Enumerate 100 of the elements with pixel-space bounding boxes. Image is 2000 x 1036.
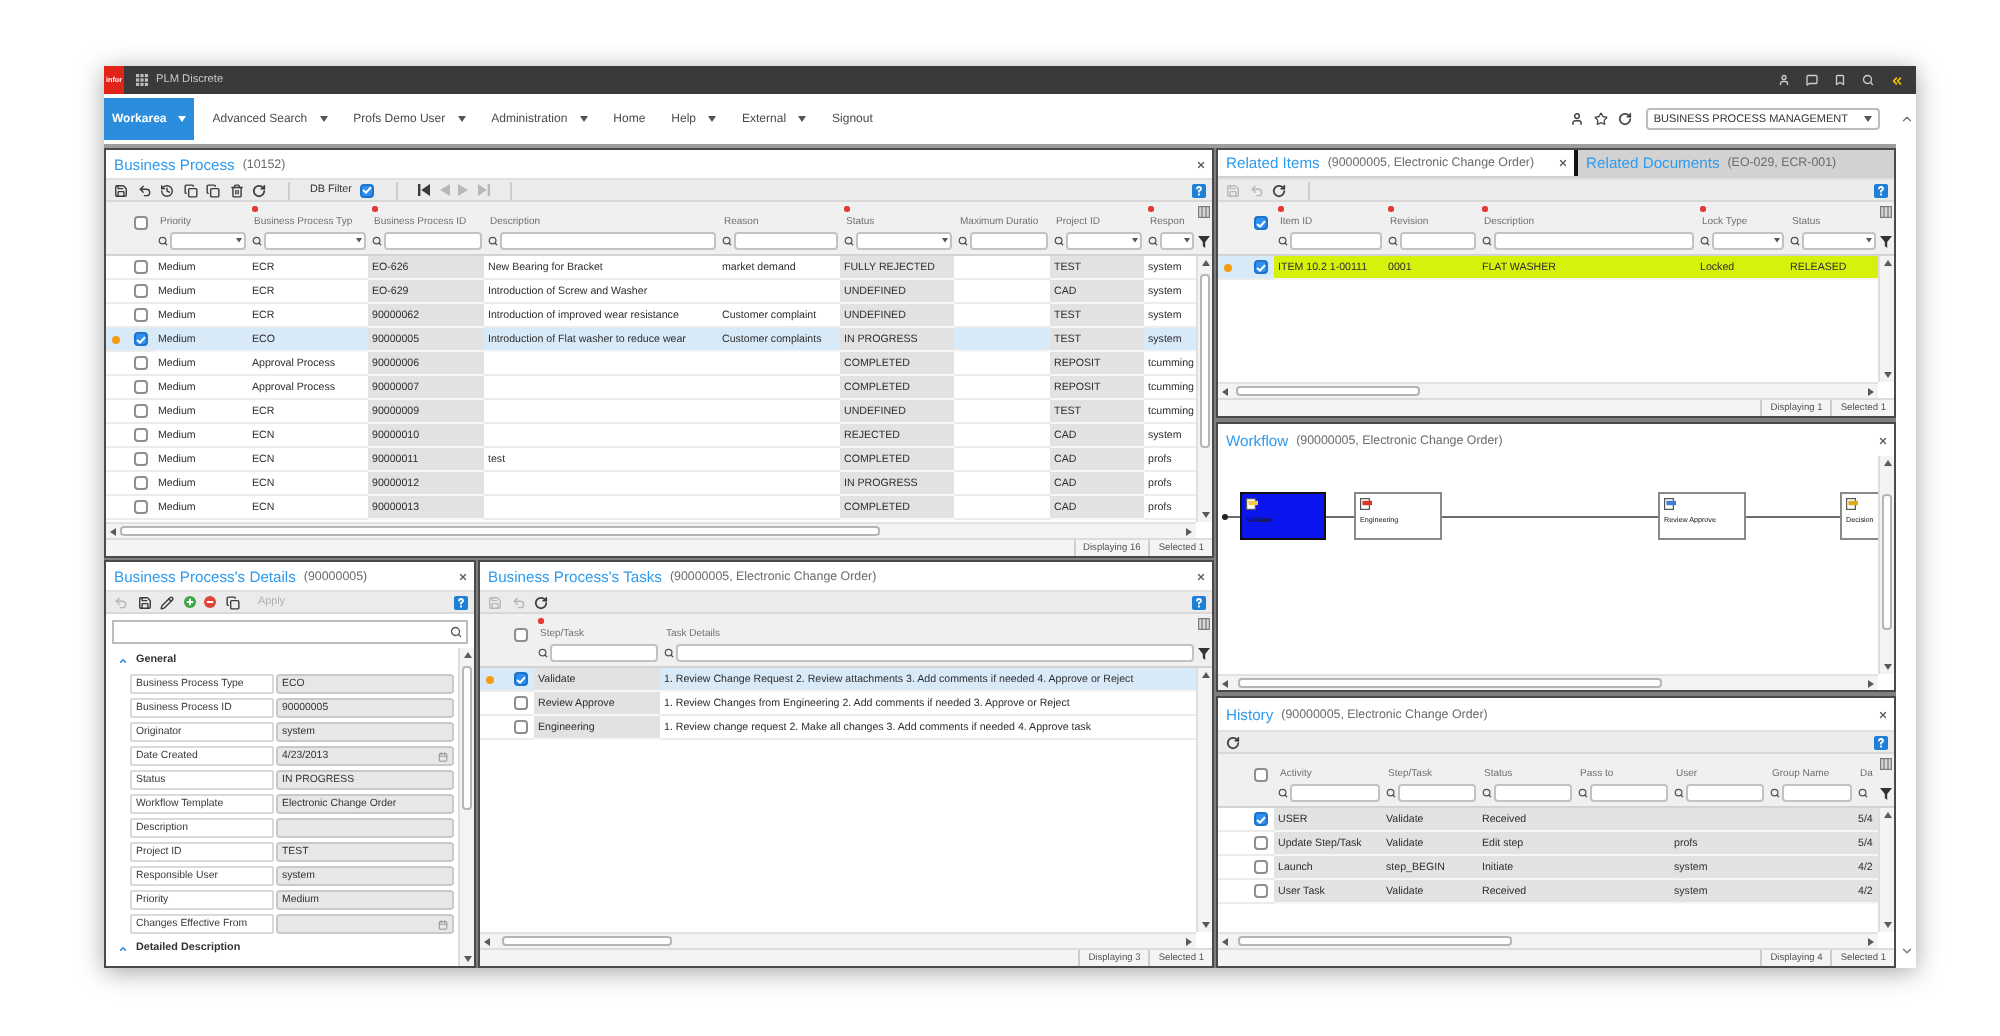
scroll-right-icon[interactable] xyxy=(1868,937,1874,945)
scroll-left-icon[interactable] xyxy=(1222,937,1228,945)
user-icon[interactable] xyxy=(1778,74,1790,86)
filter-field[interactable] xyxy=(676,644,1194,662)
first-page-icon[interactable] xyxy=(418,184,431,196)
caret-icon[interactable] xyxy=(319,116,328,122)
scrollbar-thumb[interactable] xyxy=(1236,386,1420,396)
horizontal-scrollbar[interactable] xyxy=(1218,382,1878,398)
row-header-cell[interactable] xyxy=(1218,832,1274,856)
checkbox[interactable] xyxy=(1254,812,1268,826)
scroll-left-icon[interactable] xyxy=(1222,387,1228,395)
help-icon[interactable] xyxy=(1192,595,1206,609)
horizontal-scrollbar[interactable] xyxy=(106,522,1196,538)
row-header-cell[interactable] xyxy=(106,352,154,376)
scroll-left-icon[interactable] xyxy=(110,527,116,535)
help-icon[interactable] xyxy=(454,595,468,609)
grid-icon[interactable] xyxy=(136,74,148,86)
columns-icon[interactable] xyxy=(1880,206,1892,218)
vertical-scrollbar[interactable] xyxy=(1878,256,1894,382)
row-header-cell[interactable] xyxy=(106,400,154,424)
scrollbar-thumb[interactable] xyxy=(1238,678,1662,688)
search-icon[interactable] xyxy=(1578,788,1588,798)
scroll-up-icon[interactable] xyxy=(1883,460,1891,466)
help-icon[interactable] xyxy=(1192,183,1206,197)
checkbox[interactable] xyxy=(134,452,148,466)
checkbox[interactable] xyxy=(134,308,148,322)
search-icon[interactable] xyxy=(488,236,498,246)
search-icon[interactable] xyxy=(450,626,462,638)
close-icon[interactable] xyxy=(1558,158,1569,168)
filter-field[interactable] xyxy=(1494,232,1694,250)
search-icon[interactable] xyxy=(1790,236,1800,246)
checkbox[interactable] xyxy=(1254,216,1268,230)
checkbox[interactable] xyxy=(1254,884,1268,898)
caret-icon[interactable] xyxy=(457,116,466,122)
row-header-cell[interactable] xyxy=(106,496,154,520)
filter-field[interactable] xyxy=(1686,784,1764,802)
checkbox[interactable] xyxy=(134,332,148,346)
caret-icon[interactable] xyxy=(942,238,948,244)
filter-field[interactable] xyxy=(1290,232,1382,250)
property-field[interactable] xyxy=(276,818,454,838)
scrollbar-thumb[interactable] xyxy=(502,936,672,946)
remove-icon[interactable] xyxy=(204,596,216,608)
scroll-down-icon[interactable] xyxy=(1883,372,1891,378)
help-icon[interactable] xyxy=(1874,735,1888,749)
search-icon[interactable] xyxy=(1054,236,1064,246)
scroll-right-icon[interactable] xyxy=(1186,527,1192,535)
columns-icon[interactable] xyxy=(1198,618,1210,630)
row-header-cell[interactable] xyxy=(106,256,154,280)
funnel-icon[interactable] xyxy=(1198,648,1210,660)
row-header-cell[interactable] xyxy=(106,376,154,400)
checkbox[interactable] xyxy=(514,628,528,642)
scroll-down-icon[interactable] xyxy=(1883,664,1891,670)
row-header-cell[interactable] xyxy=(106,280,154,304)
scrollbar-thumb[interactable] xyxy=(1238,936,1512,946)
row-header-cell[interactable] xyxy=(1218,808,1274,832)
history-icon[interactable] xyxy=(160,183,174,197)
help-icon[interactable] xyxy=(1874,183,1888,197)
search-icon[interactable] xyxy=(1770,788,1780,798)
search-icon[interactable] xyxy=(1278,236,1288,246)
scroll-up-icon[interactable] xyxy=(1899,112,1913,126)
row-header-cell[interactable] xyxy=(1218,880,1274,904)
scroll-up-icon[interactable] xyxy=(1883,260,1891,266)
row-header-cell[interactable] xyxy=(480,668,534,692)
caret-icon[interactable] xyxy=(236,238,242,244)
scroll-left-icon[interactable] xyxy=(484,937,490,945)
scroll-up-icon[interactable] xyxy=(463,652,471,658)
checkbox[interactable] xyxy=(134,500,148,514)
scrollbar-thumb[interactable] xyxy=(462,666,472,810)
caret-icon[interactable] xyxy=(1184,238,1190,244)
caret-icon[interactable] xyxy=(1864,116,1872,122)
funnel-icon[interactable] xyxy=(1880,236,1892,248)
checkbox[interactable] xyxy=(134,216,148,230)
search-icon[interactable] xyxy=(1388,236,1398,246)
vertical-scrollbar[interactable] xyxy=(458,648,474,966)
edit-icon[interactable] xyxy=(160,595,174,609)
refresh-icon[interactable] xyxy=(534,595,548,609)
checkbox[interactable] xyxy=(360,183,375,197)
copy-icon[interactable] xyxy=(206,183,220,197)
bookmark-icon[interactable] xyxy=(1834,74,1846,86)
scroll-up-icon[interactable] xyxy=(1201,260,1209,266)
search-icon[interactable] xyxy=(1858,788,1868,798)
search-icon[interactable] xyxy=(372,236,382,246)
chat-icon[interactable] xyxy=(1806,74,1818,86)
vertical-scrollbar[interactable] xyxy=(1878,808,1894,932)
scroll-up-icon[interactable] xyxy=(1201,672,1209,678)
scrollbar-thumb[interactable] xyxy=(1882,494,1892,630)
delete-icon[interactable] xyxy=(229,183,243,197)
caret-icon[interactable] xyxy=(798,116,807,122)
calendar-icon[interactable] xyxy=(438,751,448,761)
collapse-icon[interactable] xyxy=(118,655,128,665)
caret-icon[interactable] xyxy=(1774,238,1780,244)
funnel-icon[interactable] xyxy=(1198,236,1210,248)
search-icon[interactable] xyxy=(1482,236,1492,246)
horizontal-scrollbar[interactable] xyxy=(480,932,1196,948)
row-header-cell[interactable] xyxy=(106,472,154,496)
scroll-right-icon[interactable] xyxy=(1868,679,1874,687)
columns-icon[interactable] xyxy=(1880,758,1892,770)
row-header-cell[interactable] xyxy=(480,692,534,716)
search-icon[interactable] xyxy=(1482,788,1492,798)
scroll-right-icon[interactable] xyxy=(1868,387,1874,395)
